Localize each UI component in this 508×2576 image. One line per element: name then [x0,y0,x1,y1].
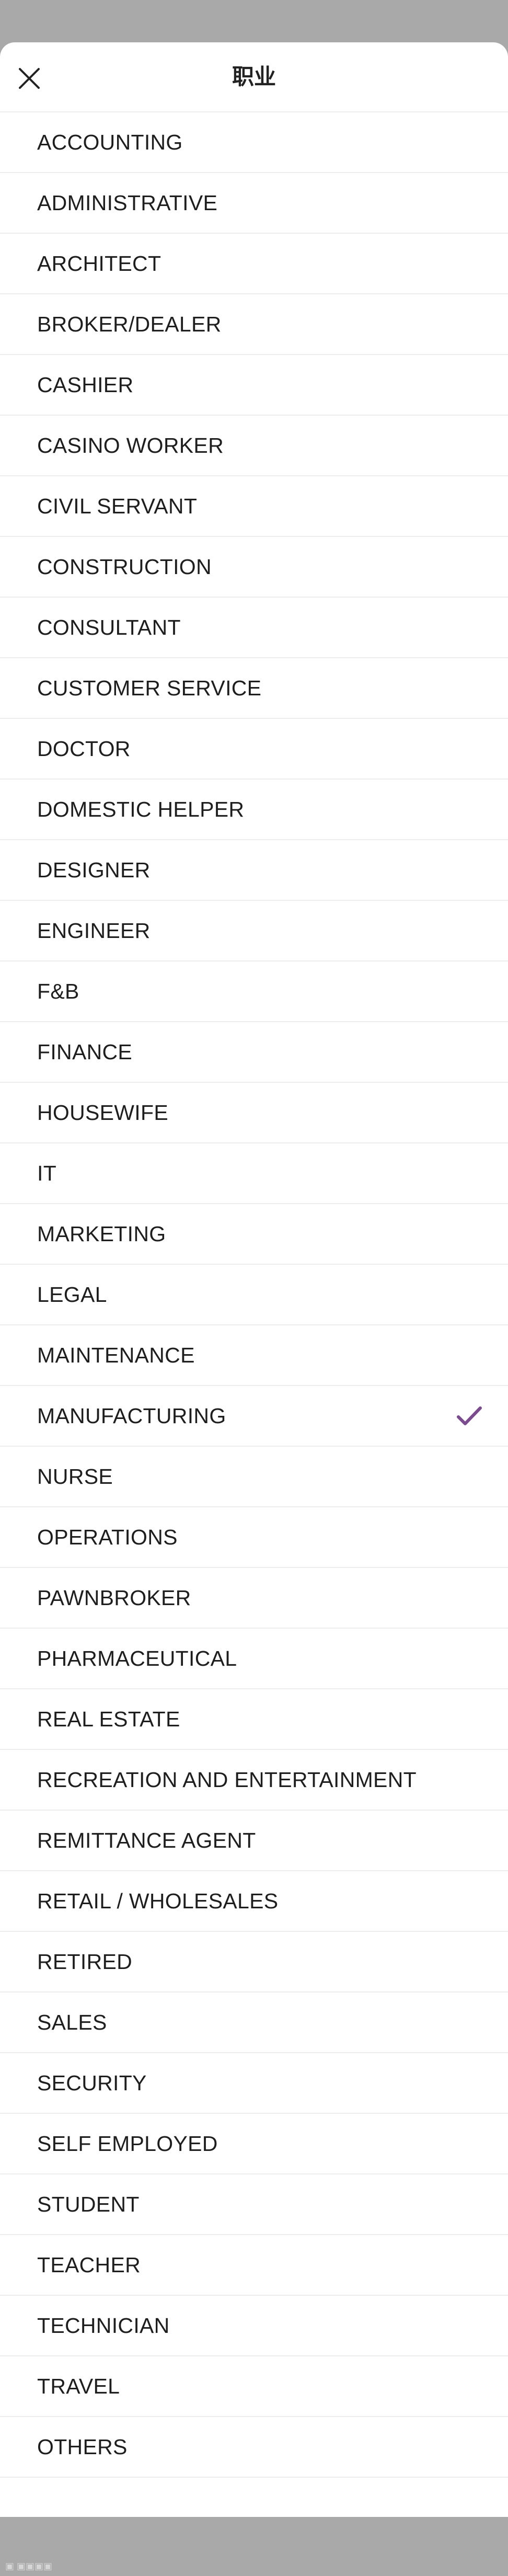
occupation-option-label: DOMESTIC HELPER [37,797,245,821]
occupation-option-label: ENGINEER [37,918,151,943]
checkmark-icon [456,1404,483,1427]
occupation-option-label: F&B [37,979,79,1003]
occupation-option-manufacturing[interactable]: MANUFACTURING [0,1386,508,1447]
occupation-option-label: DOCTOR [37,736,131,761]
occupation-option-label: PHARMACEUTICAL [37,1646,237,1670]
occupation-option-label: HOUSEWIFE [37,1100,168,1125]
occupation-option-it[interactable]: IT [0,1143,508,1204]
occupation-option-legal[interactable]: LEGAL [0,1265,508,1325]
occupation-option-cashier[interactable]: CASHIER [0,355,508,416]
occupation-option-label: MAINTENANCE [37,1343,195,1367]
occupation-option-casino-worker[interactable]: CASINO WORKER [0,416,508,476]
occupation-option-real-estate[interactable]: REAL ESTATE [0,1689,508,1750]
occupation-option-student[interactable]: STUDENT [0,2174,508,2235]
occupation-option-label: SECURITY [37,2070,147,2095]
occupation-option-self-employed[interactable]: SELF EMPLOYED [0,2114,508,2174]
occupation-option-designer[interactable]: DESIGNER [0,840,508,901]
occupation-picker-sheet: 职业 ACCOUNTING ADMINISTRATIVE ARCHITECT BROK… [0,42,508,2517]
occupation-option-label: SALES [37,2010,107,2034]
occupation-option-teacher[interactable]: TEACHER [0,2235,508,2296]
occupation-option-pharmaceutical[interactable]: PHARMACEUTICAL [0,1629,508,1689]
occupation-list: ACCOUNTING ADMINISTRATIVE ARCHITECT BROKER/… [0,112,508,2478]
occupation-option-label: BROKER/DEALER [37,312,222,336]
occupation-option-label: CASHIER [37,372,134,397]
occupation-option-security[interactable]: SECURITY [0,2053,508,2114]
occupation-option-label: STUDENT [37,2192,140,2216]
occupation-option-technician[interactable]: TECHNICIAN [0,2296,508,2356]
occupation-option-pawnbroker[interactable]: PAWNBROKER [0,1568,508,1629]
occupation-option-label: TRAVEL [37,2374,120,2398]
occupation-option-others[interactable]: OTHERS [0,2417,508,2478]
occupation-option-broker-dealer[interactable]: BROKER/DEALER [0,294,508,355]
occupation-option-label: OPERATIONS [37,1525,178,1549]
occupation-option-architect[interactable]: ARCHITECT [0,234,508,294]
occupation-option-label: REMITTANCE AGENT [37,1828,256,1852]
close-icon [19,68,40,89]
occupation-option-label: ARCHITECT [37,251,161,276]
occupation-option-maintenance[interactable]: MAINTENANCE [0,1325,508,1386]
occupation-option-civil-servant[interactable]: CIVIL SERVANT [0,476,508,537]
occupation-option-retail-wholesales[interactable]: RETAIL / WHOLESALES [0,1871,508,1932]
occupation-option-construction[interactable]: CONSTRUCTION [0,537,508,598]
occupation-option-label: RECREATION AND ENTERTAINMENT [37,1767,417,1792]
occupation-option-label: RETIRED [37,1949,133,1974]
occupation-option-retired[interactable]: RETIRED [0,1932,508,1993]
occupation-option-administrative[interactable]: ADMINISTRATIVE [0,173,508,234]
occupation-option-label: RETAIL / WHOLESALES [37,1888,279,1913]
occupation-option-customer-service[interactable]: CUSTOMER SERVICE [0,658,508,719]
sheet-header: 职业 [0,42,508,112]
occupation-option-label: OTHERS [37,2434,128,2459]
occupation-option-label: CASINO WORKER [37,433,224,457]
watermark: ▣ ▣▣▣▣ [5,2561,53,2571]
occupation-option-recreation-and-entertainment[interactable]: RECREATION AND ENTERTAINMENT [0,1750,508,1811]
occupation-option-doctor[interactable]: DOCTOR [0,719,508,780]
occupation-option-marketing[interactable]: MARKETING [0,1204,508,1265]
occupation-option-label: CONSULTANT [37,615,181,639]
occupation-option-label: LEGAL [37,1282,107,1307]
occupation-option-f-b[interactable]: F&B [0,961,508,1022]
occupation-option-label: CUSTOMER SERVICE [37,676,262,700]
occupation-option-housewife[interactable]: HOUSEWIFE [0,1083,508,1143]
occupation-option-label: MANUFACTURING [37,1403,226,1428]
occupation-option-operations[interactable]: OPERATIONS [0,1507,508,1568]
occupation-option-label: CIVIL SERVANT [37,494,198,518]
occupation-option-label: ADMINISTRATIVE [37,190,218,215]
occupation-option-nurse[interactable]: NURSE [0,1447,508,1507]
occupation-option-remittance-agent[interactable]: REMITTANCE AGENT [0,1811,508,1871]
occupation-option-accounting[interactable]: ACCOUNTING [0,112,508,173]
occupation-option-label: CONSTRUCTION [37,554,212,579]
occupation-option-finance[interactable]: FINANCE [0,1022,508,1083]
occupation-option-label: IT [37,1161,57,1185]
occupation-option-sales[interactable]: SALES [0,1993,508,2053]
occupation-option-label: NURSE [37,1464,113,1489]
occupation-option-label: MARKETING [37,1221,166,1246]
occupation-option-domestic-helper[interactable]: DOMESTIC HELPER [0,780,508,840]
occupation-option-label: PAWNBROKER [37,1585,191,1610]
occupation-option-engineer[interactable]: ENGINEER [0,901,508,961]
occupation-option-travel[interactable]: TRAVEL [0,2356,508,2417]
occupation-option-consultant[interactable]: CONSULTANT [0,598,508,658]
close-button[interactable] [16,65,43,92]
occupation-option-label: ACCOUNTING [37,130,183,154]
occupation-option-label: DESIGNER [37,857,151,882]
page-title: 职业 [232,64,276,89]
occupation-option-label: TEACHER [37,2252,141,2277]
occupation-option-label: FINANCE [37,1039,133,1064]
occupation-option-label: REAL ESTATE [37,1707,180,1731]
occupation-option-label: SELF EMPLOYED [37,2131,218,2156]
occupation-option-label: TECHNICIAN [37,2313,170,2338]
